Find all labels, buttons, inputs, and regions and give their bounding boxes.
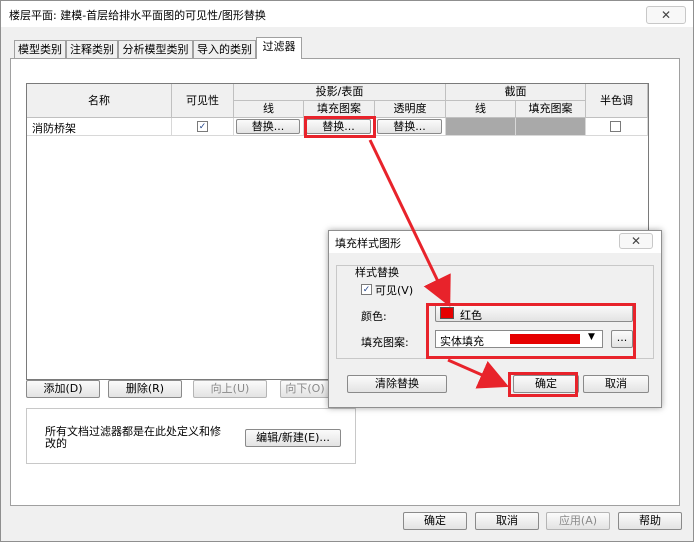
tab-filters[interactable]: 过滤器 bbox=[256, 37, 302, 59]
arrow-to-color bbox=[368, 139, 451, 307]
annotation-arrows bbox=[368, 139, 509, 389]
arrow-to-ok bbox=[447, 358, 509, 389]
